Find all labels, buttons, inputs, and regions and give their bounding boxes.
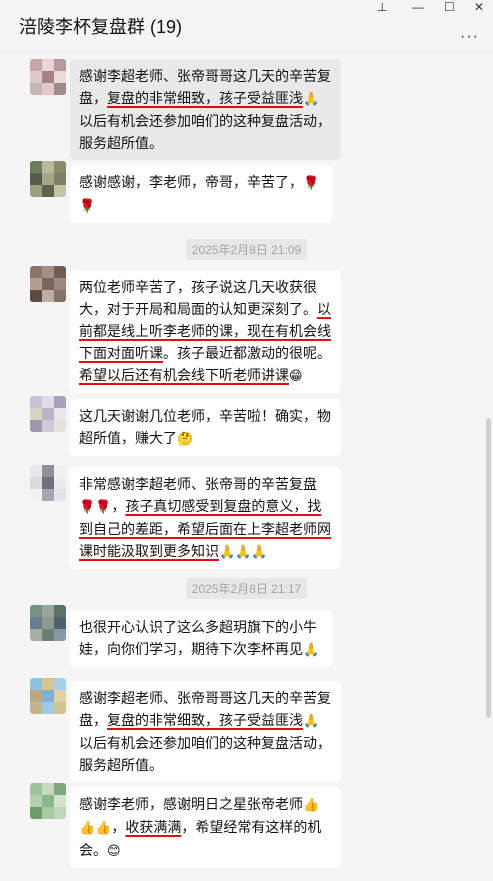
underlined-text: 复盘的非常细致，孩子受益匪浅 xyxy=(107,90,303,106)
underlined-text: 收获满满 xyxy=(125,819,182,835)
message-bubble[interactable]: 感谢李超老师、张帝哥哥这几天的辛苦复盘，复盘的非常细致，孩子受益匪浅🙏以后有机会… xyxy=(70,681,341,782)
more-options-icon[interactable]: ··· xyxy=(460,28,479,46)
message-text: 以后有机会还参加咱们的这种复盘活动，服务超所值。 xyxy=(79,113,331,151)
message-bubble[interactable]: 这几天谢谢几位老师，辛苦啦！确实，物超所值，赚大了🤔 xyxy=(70,399,341,456)
scrollbar[interactable] xyxy=(486,418,491,718)
pray-emoji: 🙏 xyxy=(303,642,320,657)
maximize-icon[interactable]: ☐ xyxy=(444,0,455,14)
message-text: 。孩子最近都激动的很呢。 xyxy=(163,345,331,361)
message-bubble[interactable]: 感谢李超老师、张帝哥哥这几天的辛苦复盘，复盘的非常细致，孩子受益匪浅🙏以后有机会… xyxy=(70,59,341,160)
chat-title: 涪陵李杯复盘群 (19) xyxy=(19,17,183,37)
message-bubble[interactable]: 感谢感谢，李老师，帝哥，辛苦了，🌹 🌹 xyxy=(70,165,332,223)
message-text: ， xyxy=(111,498,126,514)
avatar[interactable] xyxy=(30,678,66,714)
message-text: 也很开心认识了这么多超玥旗下的小牛娃，向你们学习，期待下次李杯再见 xyxy=(79,619,317,657)
title-bar: 涪陵李杯复盘群 (19) ⊥ — ☐ ✕ ··· xyxy=(0,0,493,53)
rose-emoji: 🌹 xyxy=(79,198,96,213)
message-text: ， xyxy=(111,819,126,835)
pray-emoji: 🙏 xyxy=(303,91,320,106)
avatar[interactable] xyxy=(30,161,66,197)
message-text: 感谢感谢，李老师，帝哥，辛苦了， xyxy=(79,174,303,190)
message-text: 以后有机会还参加咱们的这种复盘活动，服务超所值。 xyxy=(79,735,331,773)
grin-emoji: 😁 xyxy=(289,368,303,383)
underlined-text: 希望以后还有机会线下听老师讲课 xyxy=(79,367,289,383)
rose-emoji: 🌹🌹 xyxy=(79,499,112,514)
pray-emoji: 🙏 xyxy=(303,713,320,728)
pray-emoji: 🙏🙏🙏 xyxy=(219,544,268,559)
timestamp: 2025年2月8日 21:09 xyxy=(0,239,493,260)
message-text: 这几天谢谢几位老师，辛苦啦！确实，物超所值，赚大了 xyxy=(79,408,331,446)
avatar[interactable] xyxy=(30,59,66,95)
rose-emoji: 🌹 xyxy=(303,175,320,190)
message-bubble[interactable]: 非常感谢李超老师、张帝哥的辛苦复盘🌹🌹，孩子真切感受到复盘的意义，找到自己的差距… xyxy=(70,467,341,569)
message-text: 两位老师辛苦了，孩子说这几天收获很大，对于开局和局面的认知更深刻了。 xyxy=(79,279,317,317)
close-icon[interactable]: ✕ xyxy=(474,0,484,14)
underlined-text: 复盘的非常细致，孩子受益匪浅 xyxy=(107,712,303,728)
avatar[interactable] xyxy=(30,266,66,302)
message-bubble[interactable]: 两位老师辛苦了，孩子说这几天收获很大，对于开局和局面的认知更深刻了。以前都是线上… xyxy=(70,270,341,393)
avatar[interactable] xyxy=(30,396,66,432)
message-text: 非常感谢李超老师、张帝哥的辛苦复盘 xyxy=(79,476,317,492)
avatar[interactable] xyxy=(30,783,66,819)
timestamp: 2025年2月8日 21:17 xyxy=(0,578,493,599)
thinking-emoji: 🤔 xyxy=(177,431,194,446)
message-text: 感谢李老师，感谢明日之星张帝老师 xyxy=(79,796,303,812)
smile-emoji: 😊 xyxy=(107,843,121,858)
message-bubble[interactable]: 也很开心认识了这么多超玥旗下的小牛娃，向你们学习，期待下次李杯再见🙏 xyxy=(70,610,332,667)
minimize-icon[interactable]: — xyxy=(412,0,424,14)
avatar[interactable] xyxy=(30,465,66,501)
avatar[interactable] xyxy=(30,605,66,641)
pin-icon[interactable]: ⊥ xyxy=(377,0,387,14)
message-bubble[interactable]: 感谢李老师，感谢明日之星张帝老师👍👍👍，收获满满，希望经常有这样的机会。😊 xyxy=(70,787,341,868)
